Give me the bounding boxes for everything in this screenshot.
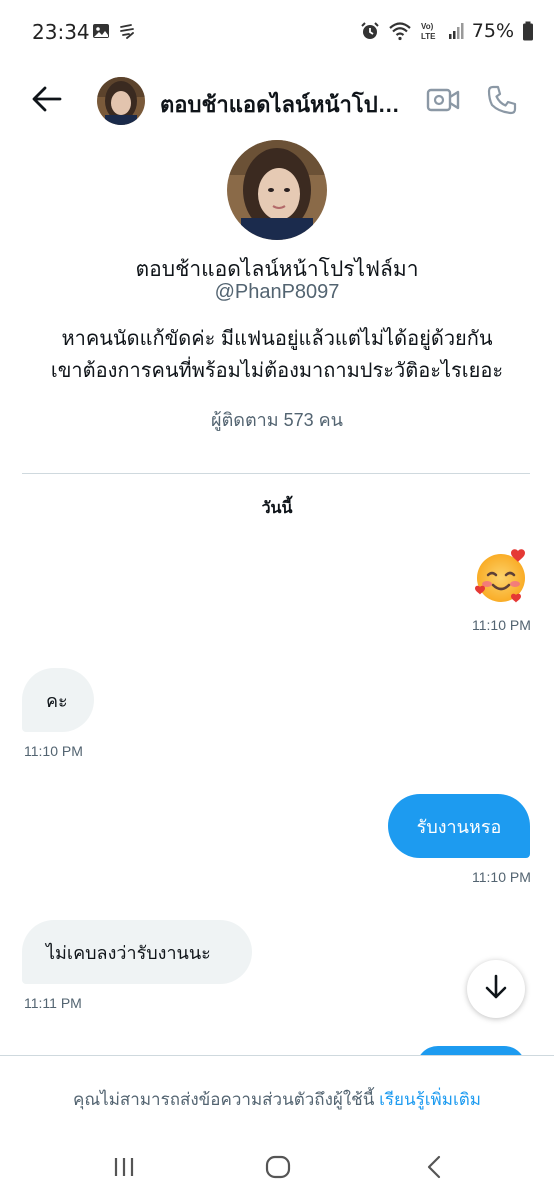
video-call-icon xyxy=(426,88,460,118)
alarm-icon xyxy=(360,21,380,41)
message-outgoing-emoji[interactable] xyxy=(472,547,530,605)
message-time: 11:11 PM xyxy=(24,995,82,1011)
chevron-left-icon xyxy=(425,1155,443,1183)
arrow-down-icon xyxy=(483,973,509,1005)
battery-icon xyxy=(522,21,534,41)
learn-more-link[interactable]: เรียนรู้เพิ่มเติม xyxy=(379,1090,481,1109)
back-arrow-icon xyxy=(32,86,62,116)
message-incoming[interactable]: คะ xyxy=(22,668,94,732)
gallery-icon xyxy=(92,22,110,40)
day-label: วันนี้ xyxy=(261,500,293,517)
recent-apps-icon xyxy=(112,1156,136,1182)
profile-avatar[interactable] xyxy=(227,140,327,240)
profile-bio: หาคนนัดแก้ขัดค่ะ มีแฟนอยู่แล้วแต่ไม่ได้อ… xyxy=(30,323,524,387)
home-icon xyxy=(265,1155,291,1183)
wifi-icon xyxy=(388,21,412,41)
back-button[interactable] xyxy=(30,84,64,118)
divider xyxy=(22,473,530,474)
header-avatar[interactable] xyxy=(97,77,145,125)
notice-text: คุณไม่สามารถส่งข้อความส่วนตัวถึงผู้ใช้นี… xyxy=(73,1090,375,1109)
profile-bio-line: หาคนนัดแก้ขัดค่ะ มีแฟนอยู่แล้วแต่ไม่ได้อ… xyxy=(61,328,493,350)
conversation-header: ตอบช้าแอดไลน์หน้าโปรไฟล์มา xyxy=(0,64,554,136)
signal-icon xyxy=(448,22,464,40)
battery-percent: 75% xyxy=(471,20,514,42)
recent-apps-button[interactable] xyxy=(104,1154,144,1184)
svg-text:LTE: LTE xyxy=(421,32,436,41)
status-time: 23:34 xyxy=(32,20,90,44)
message-time: 11:10 PM xyxy=(472,617,531,633)
header-title: ตอบช้าแอดไลน์หน้าโปรไฟล์มา xyxy=(160,92,408,117)
weather-icon xyxy=(118,22,136,40)
phone-call-button[interactable] xyxy=(486,84,518,120)
followers-count[interactable]: ผู้ติดตาม 573 คน xyxy=(0,405,554,434)
video-call-button[interactable] xyxy=(426,86,460,118)
back-nav-button[interactable] xyxy=(414,1154,454,1184)
profile-handle: @PhanP8097 xyxy=(214,281,340,303)
dm-disabled-notice: คุณไม่สามารถส่งข้อความส่วนตัวถึงผู้ใช้นี… xyxy=(0,1055,554,1140)
message-incoming[interactable]: ไม่เคบลงว่ารับงานนะ xyxy=(22,920,252,984)
phone-icon xyxy=(486,85,518,120)
message-time: 11:10 PM xyxy=(24,743,83,759)
scroll-to-bottom-button[interactable] xyxy=(467,960,525,1018)
system-nav-bar xyxy=(0,1140,554,1200)
svg-text:Vo): Vo) xyxy=(421,22,434,31)
status-bar: 23:34 Vo) LTE 75% xyxy=(0,0,554,64)
message-text: รับงานหรอ xyxy=(416,816,502,837)
message-text: ไม่เคบลงว่ารับงานนะ xyxy=(46,942,211,963)
profile-bio-line: เขาต้องการคนที่พร้อมไม่ต้องมาถามประวัติอ… xyxy=(50,360,504,382)
home-button[interactable] xyxy=(258,1154,298,1184)
smiling-hearts-emoji-icon xyxy=(472,549,530,609)
message-outgoing[interactable]: รับงานหรอ xyxy=(388,794,530,858)
message-text: คะ xyxy=(46,690,68,711)
message-time: 11:10 PM xyxy=(472,869,531,885)
volte-icon: Vo) LTE xyxy=(420,20,440,42)
